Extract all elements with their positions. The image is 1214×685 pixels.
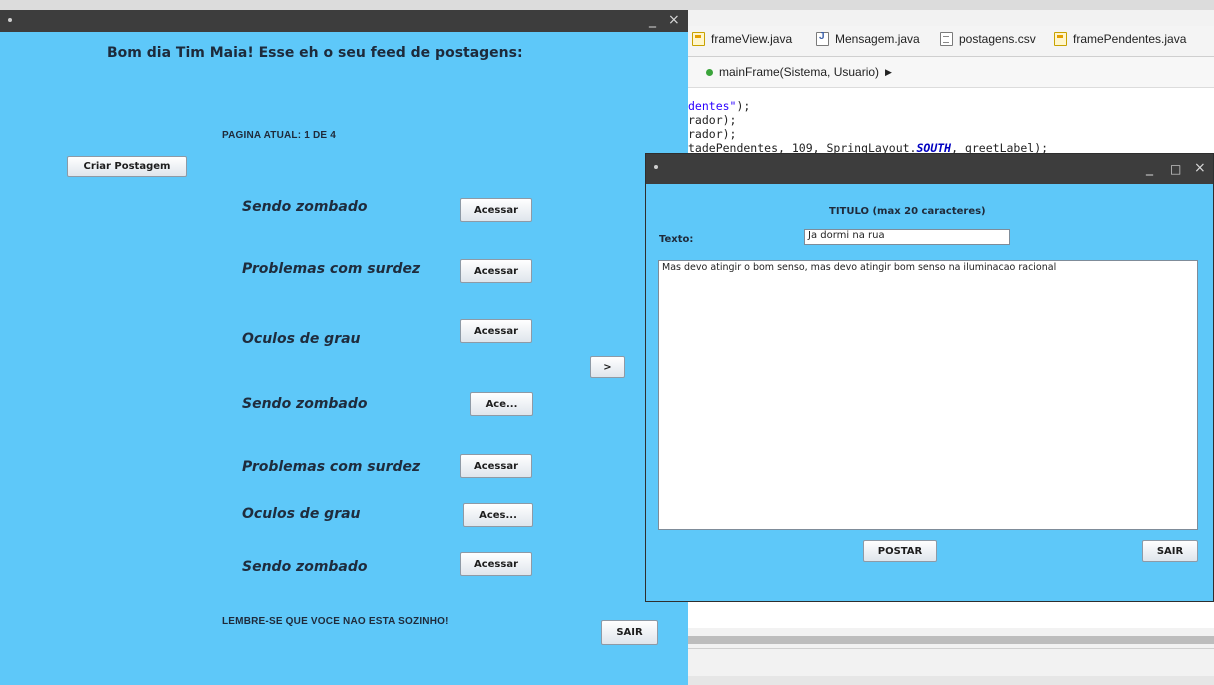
text-field-label: Texto:: [659, 234, 694, 245]
ide-splitter[interactable]: [688, 636, 1214, 644]
code-line: rador);: [688, 127, 737, 141]
access-post-button[interactable]: Acessar: [460, 198, 532, 222]
minimize-icon[interactable]: _: [1146, 159, 1153, 177]
feed-window-titlebar[interactable]: _ ×: [0, 10, 688, 32]
tab-framependentes[interactable]: framePendentes.java: [1054, 32, 1186, 46]
tab-mensagem[interactable]: Mensagem.java: [816, 31, 920, 46]
close-icon[interactable]: ×: [668, 11, 680, 29]
post-title: Sendo zombado: [242, 396, 368, 412]
editor-breadcrumb: mainFrame(Sistema, Usuario) ▶: [688, 57, 1214, 88]
title-input[interactable]: Ja dormi na rua: [804, 229, 1010, 245]
next-page-button[interactable]: >: [590, 356, 625, 378]
access-post-button[interactable]: Acessar: [460, 454, 532, 478]
method-icon: [706, 68, 713, 76]
csv-file-icon: [940, 32, 953, 46]
tab-label: postagens.csv: [959, 32, 1036, 46]
feed-window: _ × Bom dia Tim Maia! Esse eh o seu feed…: [0, 10, 688, 685]
access-post-button[interactable]: Acessar: [460, 319, 532, 343]
post-title: Sendo zombado: [242, 199, 368, 215]
window-menu-icon[interactable]: [654, 165, 658, 169]
access-post-button[interactable]: Acessar: [460, 259, 532, 283]
footer-message: LEMBRE-SE QUE VOCE NAO ESTA SOZINHO!: [222, 616, 449, 627]
form-file-icon: [1054, 32, 1067, 46]
exit-button[interactable]: SAIR: [1142, 540, 1198, 562]
post-title: Problemas com surdez: [242, 261, 421, 277]
new-post-window: _ □ × TITULO (max 20 caracteres) Texto: …: [645, 153, 1214, 602]
post-title: Problemas com surdez: [242, 459, 421, 475]
tab-frameview[interactable]: frameView.java: [692, 32, 792, 46]
breadcrumb-item[interactable]: mainFrame(Sistema, Usuario) ▶: [706, 65, 892, 79]
ide-top-strip: [0, 0, 1214, 10]
form-file-icon: [692, 32, 705, 46]
page-indicator: PAGINA ATUAL: 1 DE 4: [222, 130, 337, 141]
greeting-label: Bom dia Tim Maia! Esse eh o seu feed de …: [107, 45, 523, 61]
close-icon[interactable]: ×: [1194, 159, 1206, 177]
chevron-right-icon: ▶: [885, 66, 892, 77]
title-field-label: TITULO (max 20 caracteres): [829, 206, 986, 217]
post-title: Oculos de grau: [242, 331, 361, 347]
post-title: Sendo zombado: [242, 559, 368, 575]
tab-label: Mensagem.java: [835, 32, 920, 46]
minimize-icon[interactable]: _: [649, 11, 656, 29]
access-post-button[interactable]: Aces...: [463, 503, 533, 527]
window-menu-icon[interactable]: [8, 18, 12, 22]
ide-status-bar: [688, 676, 1214, 685]
exit-button[interactable]: SAIR: [601, 620, 658, 645]
code-line: rador);: [688, 113, 737, 127]
editor-tab-bar: frameView.java Mensagem.java postagens.c…: [688, 26, 1214, 57]
new-post-window-titlebar[interactable]: _ □ ×: [646, 154, 1213, 184]
breadcrumb-label: mainFrame(Sistema, Usuario): [719, 65, 880, 79]
access-post-button[interactable]: Acessar: [460, 552, 532, 576]
create-post-button[interactable]: Criar Postagem: [67, 156, 187, 177]
java-file-icon: [816, 31, 829, 46]
post-title: Oculos de grau: [242, 506, 361, 522]
tab-postagens-csv[interactable]: postagens.csv: [940, 32, 1036, 46]
tab-label: framePendentes.java: [1073, 32, 1187, 46]
post-button[interactable]: POSTAR: [863, 540, 937, 562]
maximize-icon[interactable]: □: [1170, 160, 1181, 178]
ide-bottom-panel: [688, 648, 1214, 678]
code-line: dentes");: [688, 99, 751, 113]
body-textarea[interactable]: Mas devo atingir o bom senso, mas devo a…: [658, 260, 1198, 530]
tab-label: frameView.java: [711, 32, 793, 46]
access-post-button[interactable]: Ace...: [470, 392, 533, 416]
